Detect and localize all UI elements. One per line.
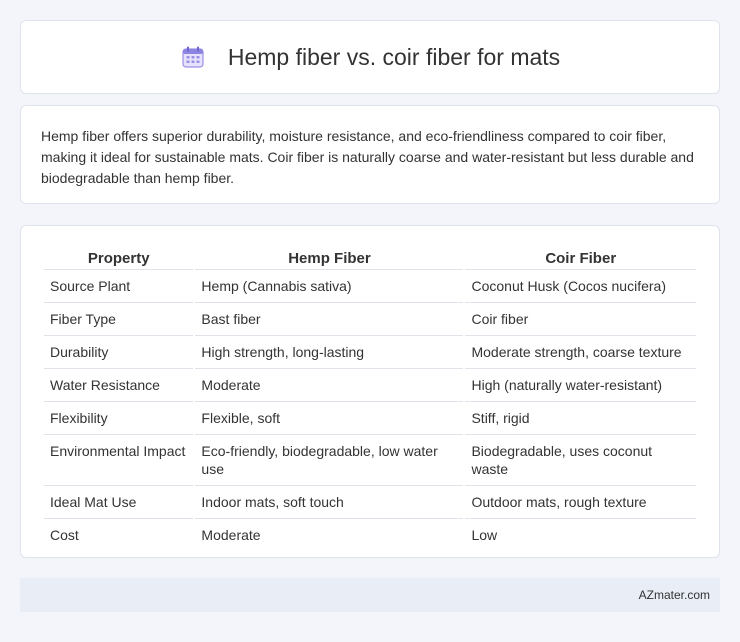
property-cell: Durability: [44, 336, 194, 369]
property-cell: Cost: [50, 527, 79, 543]
hemp-cell: Bast fiber: [195, 303, 464, 336]
hemp-cell: Indoor mats, soft touch: [195, 486, 464, 519]
summary-card: Hemp fiber offers superior durability, m…: [20, 105, 720, 204]
column-header-coir-fiber: Coir Fiber: [465, 246, 696, 270]
table-row: Durability High strength, long-lasting M…: [44, 336, 696, 369]
coir-cell: Biodegradable, uses coconut waste: [465, 435, 696, 486]
coir-cell: Outdoor mats, rough texture: [465, 486, 696, 519]
property-cell: Flexibility: [44, 402, 194, 435]
comparison-table: Property Hemp Fiber Coir Fiber Source Pl…: [42, 246, 698, 551]
table-row: Fiber Type Bast fiber Coir fiber: [44, 303, 696, 336]
hemp-cell: Moderate: [195, 369, 464, 402]
comparison-table-card: Property Hemp Fiber Coir Fiber Source Pl…: [20, 225, 720, 558]
coir-cell: Coir fiber: [465, 303, 696, 336]
table-row: Cost Moderate Low: [44, 519, 696, 551]
coir-cell: Coconut Husk (Cocos nucifera): [465, 270, 696, 303]
table-row: Ideal Mat Use Indoor mats, soft touch Ou…: [44, 486, 696, 519]
footer-brand[interactable]: AZmater.com: [639, 588, 710, 602]
property-cell: Ideal Mat Use: [44, 486, 194, 519]
summary-text: Hemp fiber offers superior durability, m…: [41, 128, 694, 186]
column-header-property: Property: [44, 246, 194, 270]
page-title: Hemp fiber vs. coir fiber for mats: [227, 43, 561, 70]
table-header-row: Property Hemp Fiber Coir Fiber: [44, 246, 696, 270]
footer: AZmater.com: [20, 578, 720, 612]
property-cell: Water Resistance: [44, 369, 194, 402]
calendar-icon: [180, 44, 206, 70]
hemp-cell: Moderate: [201, 527, 261, 543]
property-cell: Environmental Impact: [44, 435, 194, 486]
table-row: Flexibility Flexible, soft Stiff, rigid: [44, 402, 696, 435]
property-cell: Source Plant: [44, 270, 194, 303]
column-header-hemp-fiber: Hemp Fiber: [195, 246, 464, 270]
coir-cell: Low: [471, 527, 498, 543]
table-row: Water Resistance Moderate High (naturall…: [44, 369, 696, 402]
table-row: Source Plant Hemp (Cannabis sativa) Coco…: [44, 270, 696, 303]
hemp-cell: Eco-friendly, biodegradable, low water u…: [195, 435, 464, 486]
property-cell: Fiber Type: [44, 303, 194, 336]
hemp-cell: High strength, long-lasting: [195, 336, 464, 369]
table-row: Environmental Impact Eco-friendly, biode…: [44, 435, 696, 486]
coir-cell: High (naturally water-resistant): [465, 369, 696, 402]
hemp-cell: Hemp (Cannabis sativa): [195, 270, 464, 303]
coir-cell: Stiff, rigid: [465, 402, 696, 435]
coir-cell: Moderate strength, coarse texture: [465, 336, 696, 369]
title-card: Hemp fiber vs. coir fiber for mats: [20, 20, 720, 94]
hemp-cell: Flexible, soft: [195, 402, 464, 435]
